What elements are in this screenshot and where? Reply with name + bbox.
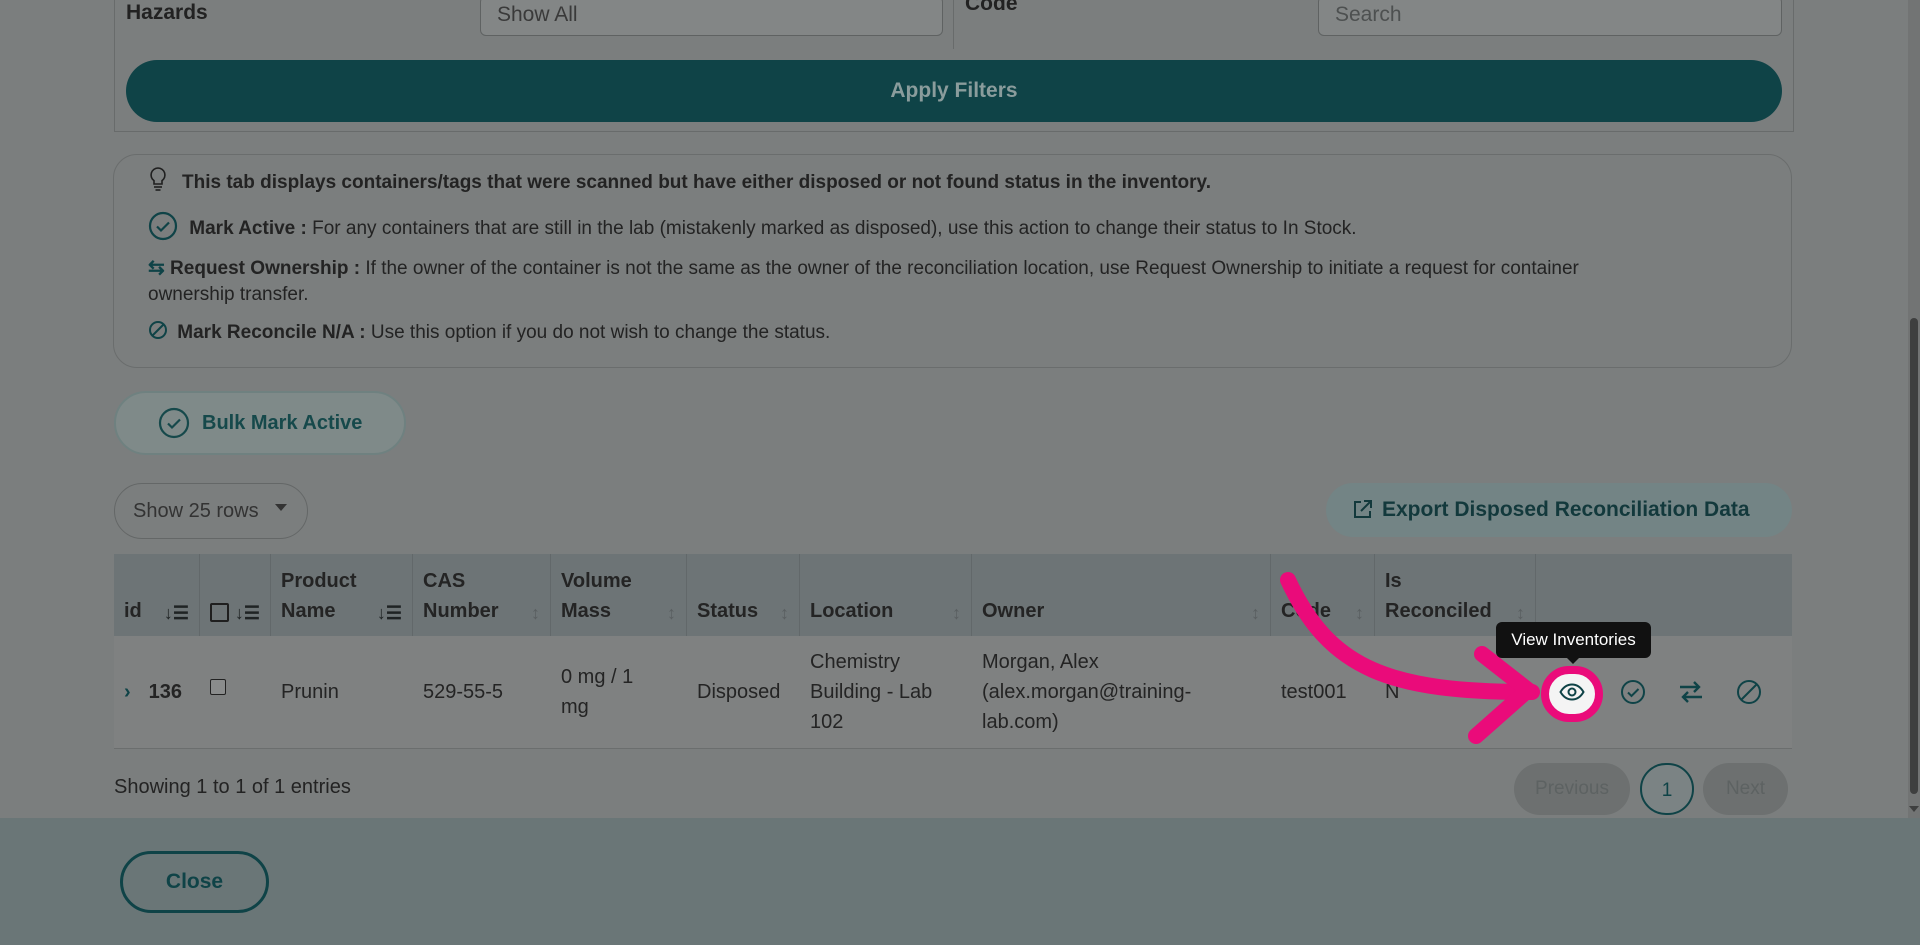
sort-icon: ↕ — [1251, 603, 1260, 623]
col-location-label: Location — [810, 600, 894, 622]
cell-product: Prunin — [281, 681, 339, 703]
cell-cas: 529-55-5 — [423, 681, 504, 703]
sort-icon: ↕ — [952, 603, 961, 623]
caret-down-icon — [275, 504, 287, 511]
info-intro-text: This tab displays containers/tags that w… — [182, 172, 1211, 193]
scroll-down-icon[interactable] — [1909, 806, 1919, 812]
swap-arrows-icon: ⇆ — [148, 257, 165, 279]
apply-filters-button[interactable]: Apply Filters — [126, 60, 1782, 122]
code-label: Code — [965, 0, 1018, 15]
sort-icon: ↕ — [780, 603, 789, 623]
next-page-button[interactable]: Next — [1703, 763, 1788, 815]
col-location[interactable]: Location ↕ — [800, 554, 972, 636]
col-cas-label: CAS Number — [423, 570, 499, 622]
cell-select — [200, 636, 271, 748]
mark-active-text: For any containers that are still in the… — [312, 218, 1357, 240]
info-request-ownership: ⇆ Request Ownership : If the owner of th… — [148, 255, 1579, 280]
view-inventories-button[interactable] — [1541, 666, 1603, 722]
hazards-label: Hazards — [126, 1, 208, 24]
col-status-label: Status — [697, 600, 759, 622]
col-status[interactable]: Status ↕ — [687, 554, 800, 636]
col-owner[interactable]: Owner ↕ — [972, 554, 1271, 636]
col-cas-number[interactable]: CAS Number ↕ — [413, 554, 551, 636]
sort-icon: ↕ — [531, 603, 540, 623]
rows-per-page-select[interactable]: Show 25 rows — [114, 483, 308, 539]
col-volume-label: Volume Mass — [561, 570, 632, 622]
eye-icon — [1559, 682, 1585, 706]
check-circle-icon — [148, 211, 178, 247]
cell-owner: Morgan, Alex (alex.morgan@training-lab.co… — [982, 651, 1192, 733]
col-product-name[interactable]: Product Name ↓☰ — [271, 554, 413, 636]
entries-info: Showing 1 to 1 of 1 entries — [114, 776, 351, 798]
mark-reconcile-na-icon[interactable] — [1736, 679, 1762, 712]
highlight-arrow-icon — [1280, 572, 1540, 744]
sort-icon: ↓☰ — [163, 603, 189, 623]
cell-status: Disposed — [697, 681, 781, 703]
chevron-right-icon[interactable]: › — [124, 677, 131, 707]
info-mark-active: Mark Active : For any containers that ar… — [148, 211, 1357, 247]
info-reconcile-na: Mark Reconcile N/A : Use this option if … — [148, 320, 830, 346]
lightbulb-icon — [148, 166, 168, 198]
close-button[interactable]: Close — [120, 851, 269, 913]
hazards-select[interactable]: Show All — [480, 0, 943, 36]
page-1-button[interactable]: 1 — [1640, 763, 1694, 815]
request-text: If the owner of the container is not the… — [365, 258, 1579, 279]
view-inventories-tooltip: View Inventories — [1496, 622, 1651, 664]
col-select-all[interactable]: ↓☰ — [200, 554, 271, 636]
col-product-label: Product Name — [281, 570, 357, 622]
reconcile-title: Mark Reconcile N/A : — [177, 322, 366, 344]
request-ownership-icon[interactable] — [1677, 679, 1705, 712]
reconcile-text: Use this option if you do not wish to ch… — [370, 322, 831, 344]
bulk-mark-active-label: Bulk Mark Active — [202, 412, 363, 434]
col-owner-label: Owner — [982, 600, 1045, 622]
scrollbar-thumb[interactable] — [1910, 318, 1918, 794]
col-id[interactable]: id ↓☰ — [114, 554, 200, 636]
sort-icon: ↓☰ — [376, 603, 402, 623]
mark-active-title: Mark Active : — [189, 218, 307, 240]
filter-divider — [953, 0, 954, 49]
select-all-checkbox[interactable] — [210, 603, 229, 622]
cell-location: Chemistry Building - Lab 102 — [810, 651, 933, 733]
sort-icon: ↕ — [667, 603, 676, 623]
modal-footer — [0, 818, 1920, 945]
previous-page-button[interactable]: Previous — [1514, 763, 1630, 815]
mark-active-icon[interactable] — [1620, 679, 1646, 712]
row-checkbox[interactable] — [210, 679, 226, 695]
export-button[interactable]: Export Disposed Reconciliation Data — [1326, 483, 1792, 537]
rows-per-page-label: Show 25 rows — [133, 500, 259, 522]
check-circle-icon — [158, 407, 190, 445]
col-volume-mass[interactable]: Volume Mass ↕ — [551, 554, 687, 636]
cell-id: › 136 — [114, 636, 200, 748]
request-title: Request Ownership : — [170, 258, 361, 279]
ban-icon — [148, 320, 168, 346]
request-text-continued: ownership transfer. — [148, 284, 309, 305]
export-icon — [1352, 498, 1374, 526]
bulk-mark-active-button[interactable]: Bulk Mark Active — [114, 391, 406, 455]
sort-icon: ↓☰ — [234, 603, 260, 623]
export-label: Export Disposed Reconciliation Data — [1382, 498, 1750, 521]
col-id-label: id — [124, 600, 142, 622]
code-search-input[interactable]: Search — [1318, 0, 1782, 36]
cell-volume: 0 mg / 1 mg — [561, 666, 634, 718]
